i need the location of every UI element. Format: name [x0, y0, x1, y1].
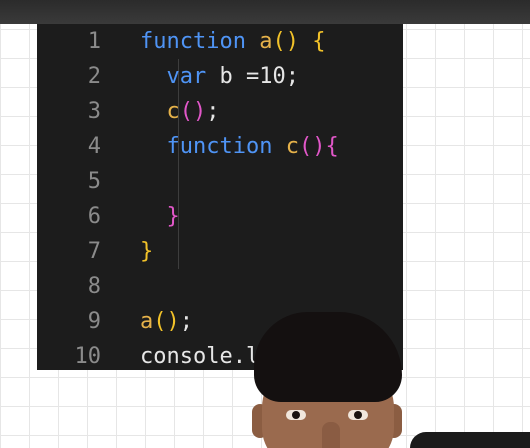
- code-token: (): [179, 99, 207, 124]
- code-line[interactable]: 2 var b =10;: [37, 59, 403, 94]
- line-number: 7: [87, 239, 101, 264]
- presenter-left-eye: [286, 410, 306, 420]
- code-token: }: [140, 239, 154, 264]
- line-number: 5: [87, 169, 101, 194]
- code-text: function c(){: [140, 129, 339, 164]
- code-token: c: [285, 134, 299, 159]
- code-text: }: [140, 234, 153, 269]
- code-text: function a() {: [140, 24, 325, 59]
- presenter-nose: [322, 422, 340, 448]
- code-token: {: [312, 29, 326, 54]
- presenter-hair: [254, 312, 402, 402]
- code-line[interactable]: 5: [37, 164, 403, 199]
- code-line[interactable]: 3 c();: [37, 94, 403, 129]
- code-token: c: [166, 99, 180, 124]
- line-number: 8: [87, 274, 101, 299]
- code-text: }: [140, 199, 180, 234]
- line-number: 2: [87, 64, 101, 89]
- code-token: a: [140, 309, 154, 334]
- code-text: var b =10;: [140, 59, 299, 94]
- presenter-right-eye: [348, 410, 368, 420]
- code-token: }: [166, 204, 180, 229]
- code-token: {: [325, 134, 339, 159]
- code-token: function: [140, 29, 246, 54]
- code-token: ;: [179, 309, 193, 334]
- chair-back: [410, 432, 530, 448]
- line-number: 4: [87, 134, 101, 159]
- code-token: (): [153, 309, 180, 334]
- line-number: 1: [87, 29, 101, 54]
- line-number: 9: [87, 309, 101, 334]
- code-token: (): [298, 134, 326, 159]
- presenter-webcam-overlay: [236, 312, 416, 448]
- code-token: a: [259, 29, 273, 54]
- code-text: a();: [140, 304, 193, 339]
- top-bar: [0, 0, 530, 24]
- code-line[interactable]: 7}: [37, 234, 403, 269]
- code-token: b =10;: [206, 64, 299, 89]
- code-line[interactable]: 8: [37, 269, 403, 304]
- code-token: var: [166, 64, 207, 89]
- code-line[interactable]: 6 }: [37, 199, 403, 234]
- code-line[interactable]: 1 function a() {: [37, 24, 403, 59]
- line-number: 3: [87, 99, 101, 124]
- line-number: 6: [87, 204, 101, 229]
- code-text: c();: [140, 94, 220, 129]
- code-token: (): [272, 29, 299, 54]
- code-token: ;: [206, 99, 220, 124]
- code-line[interactable]: 4 function c(){: [37, 129, 403, 164]
- code-token: function: [166, 134, 273, 159]
- line-number: 10: [74, 344, 102, 369]
